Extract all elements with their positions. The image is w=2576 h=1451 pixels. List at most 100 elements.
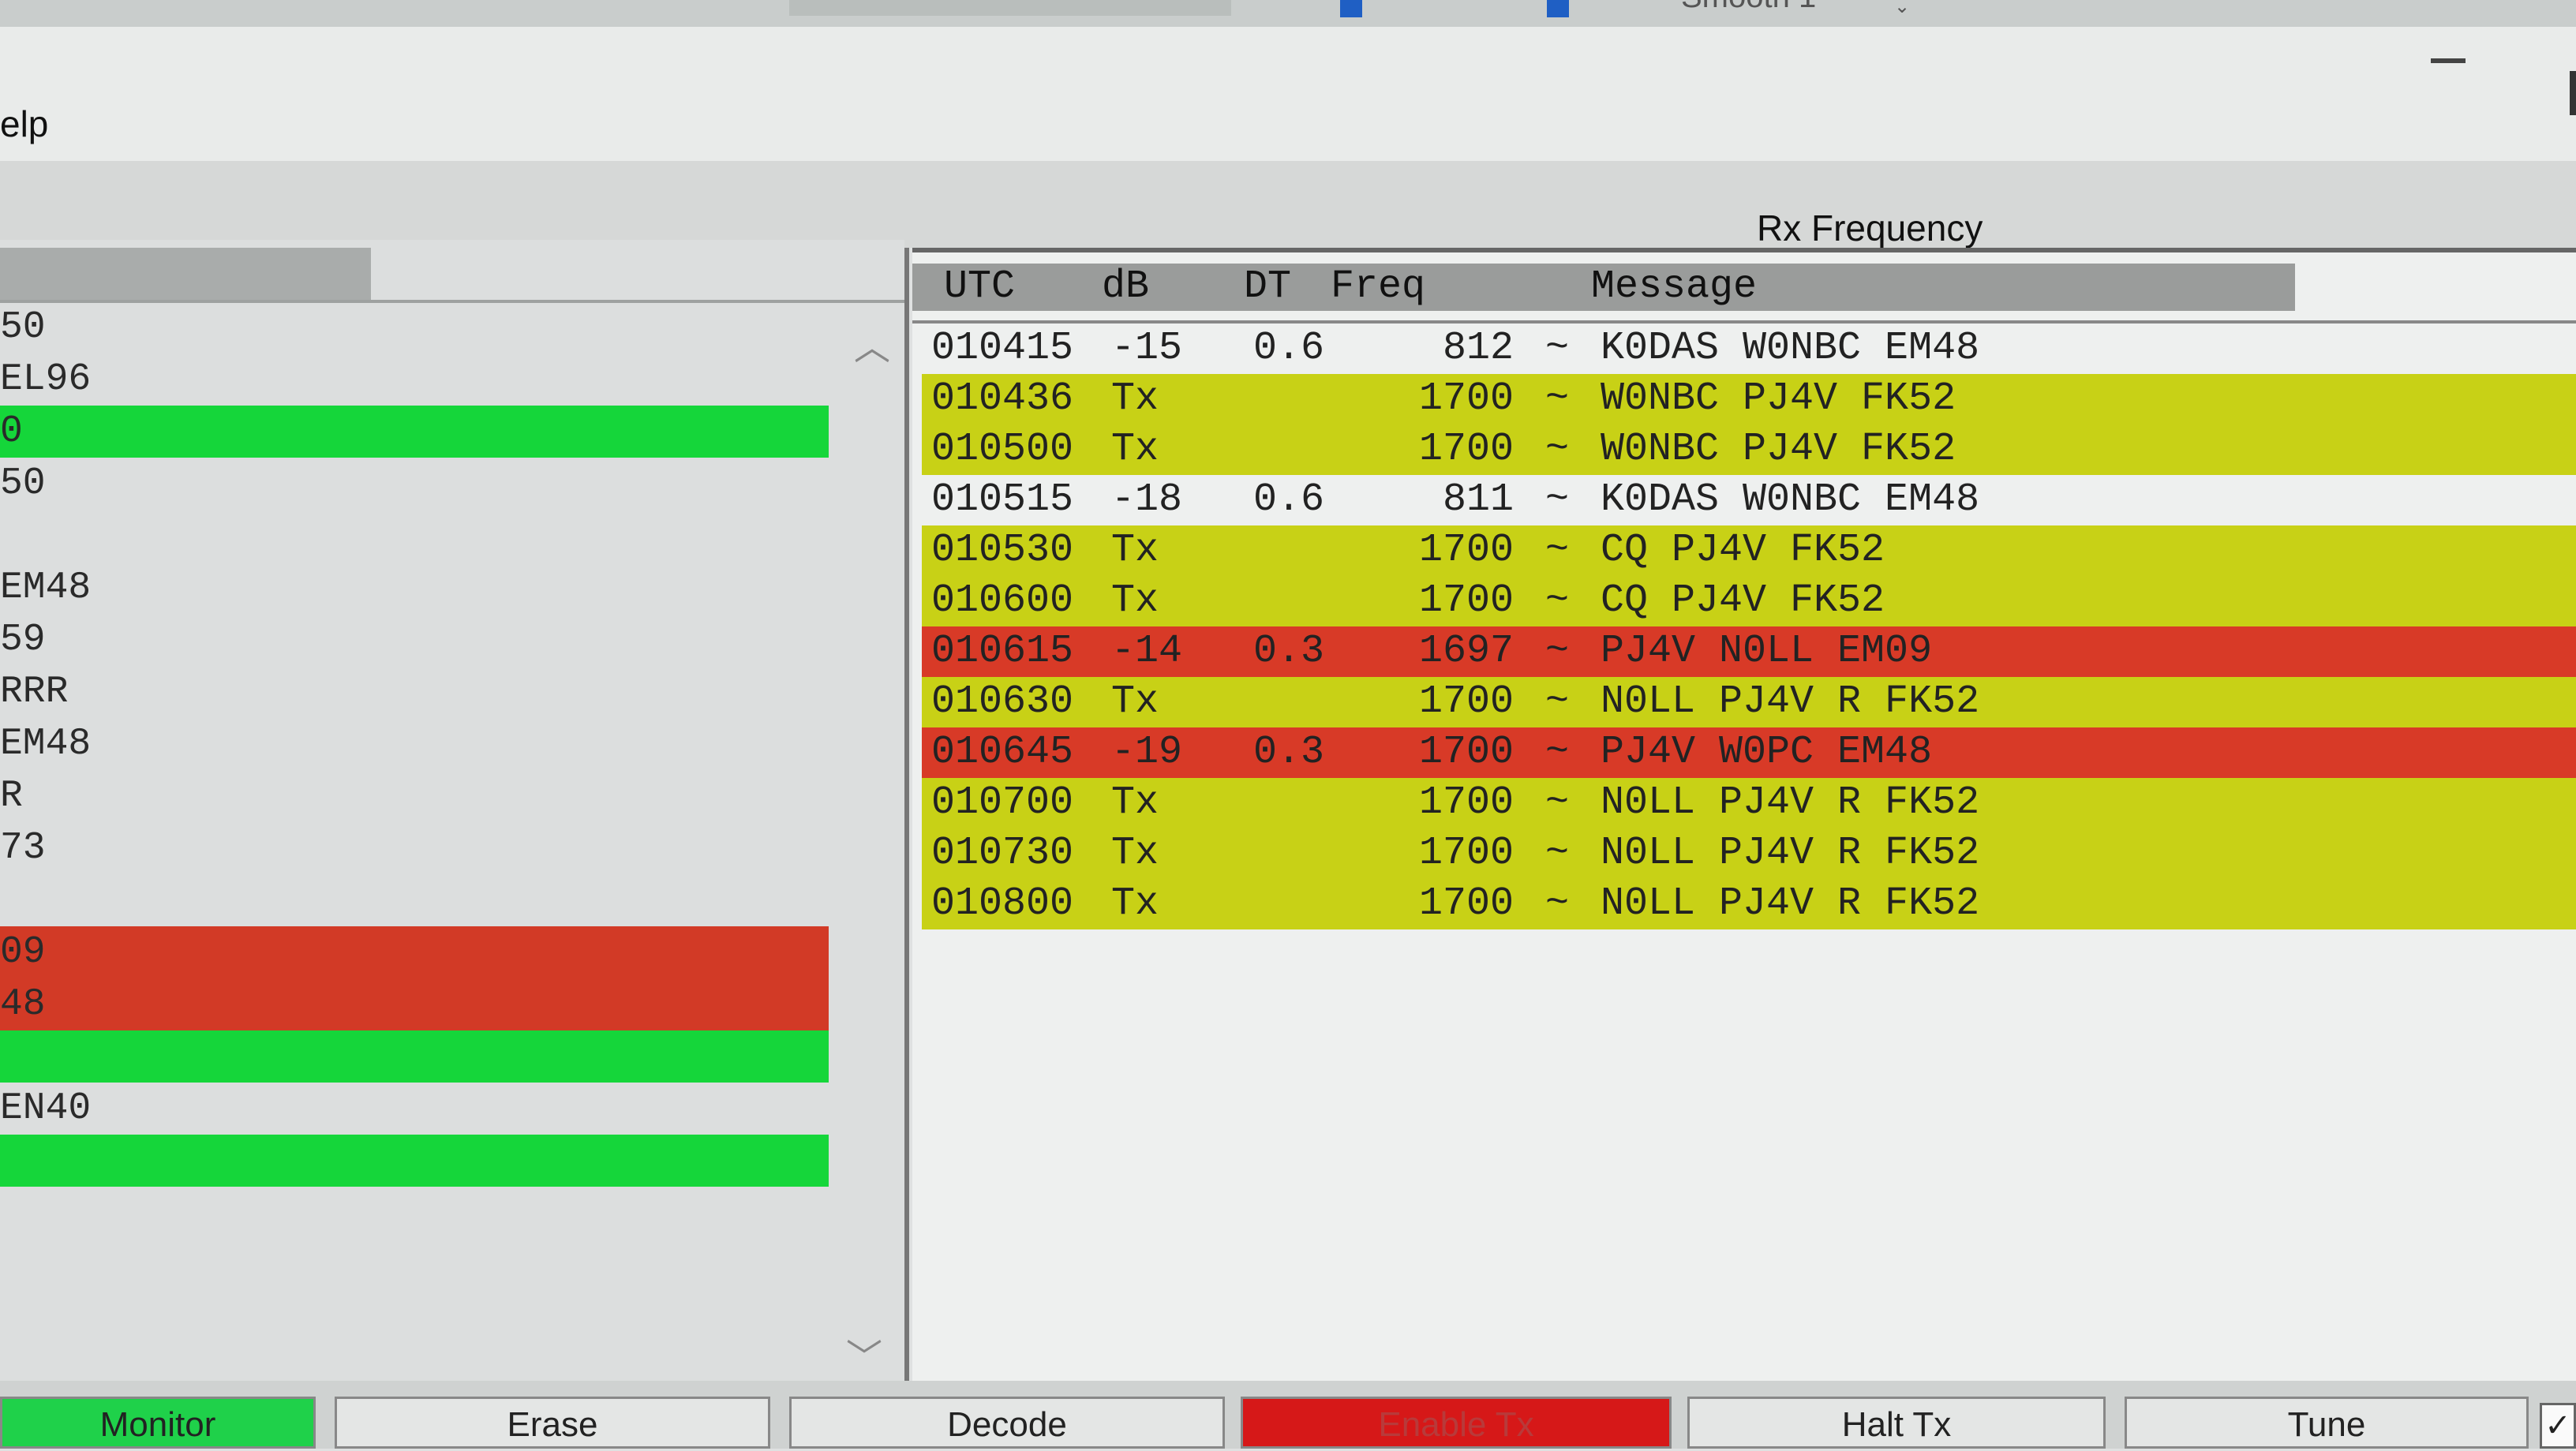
rx-cell-message: K0DAS W0NBC EM48 — [1601, 477, 1980, 522]
rx-cell-tilde: ~ — [1545, 326, 1570, 371]
enable-tx-button[interactable]: Enable Tx — [1241, 1397, 1672, 1449]
band-activity-row[interactable]: 48 — [0, 978, 829, 1030]
band-activity-row[interactable]: EL96 — [0, 353, 829, 406]
rx-cell-db: Tx — [1111, 528, 1159, 573]
rx-cell-message: CQ PJ4V FK52 — [1601, 578, 1885, 623]
band-activity-row[interactable] — [0, 1135, 829, 1187]
decode-button[interactable]: Decode — [789, 1397, 1225, 1449]
rx-cell-db: Tx — [1111, 679, 1159, 724]
rx-cell-utc: 010730 — [931, 831, 1074, 876]
rx-cell-tilde: ~ — [1545, 679, 1570, 724]
rx-message-row[interactable]: 010700 Tx 1700 ~ N0LL PJ4V R FK52 — [922, 778, 2576, 828]
rx-message-row[interactable]: 010630 Tx 1700 ~ N0LL PJ4V R FK52 — [922, 677, 2576, 727]
rx-cell-message: PJ4V W0PC EM48 — [1601, 730, 1933, 775]
window-edge — [2570, 71, 2576, 115]
rx-message-list[interactable]: 010415 -15 0.6 812 ~ K0DAS W0NBC EM48 010436 Tx… — [922, 323, 2576, 929]
rx-cell-freq: 811 — [1442, 477, 1514, 522]
rx-message-row[interactable]: 010415 -15 0.6 812 ~ K0DAS W0NBC EM48 — [922, 323, 2576, 374]
rx-cell-db: -15 — [1111, 326, 1183, 371]
checkbox[interactable]: ✓ — [2540, 1403, 2576, 1449]
header-freq: Freq — [1331, 264, 1426, 309]
rx-cell-tilde: ~ — [1545, 730, 1570, 775]
band-activity-row[interactable]: RRR — [0, 666, 829, 718]
rx-cell-message: CQ PJ4V FK52 — [1601, 528, 1885, 573]
rx-cell-utc: 010700 — [931, 780, 1074, 825]
band-activity-row[interactable] — [0, 1030, 829, 1083]
button-bar: Monitor Erase Decode Enable Tx Halt Tx T… — [0, 1381, 2576, 1449]
rx-cell-freq: 1700 — [1418, 578, 1514, 623]
smooth-value: 1 — [1799, 0, 1816, 14]
halt-tx-button[interactable]: Halt Tx — [1687, 1397, 2106, 1449]
rx-message-row[interactable]: 010515 -18 0.6 811 ~ K0DAS W0NBC EM48 — [922, 475, 2576, 525]
rx-cell-freq: 1700 — [1418, 730, 1514, 775]
rx-cell-utc: 010436 — [931, 376, 1074, 421]
rx-cell-message: N0LL PJ4V R FK52 — [1601, 831, 1980, 876]
rx-cell-db: Tx — [1111, 376, 1159, 421]
rx-cell-message: K0DAS W0NBC EM48 — [1601, 326, 1980, 371]
rx-cell-message: W0NBC PJ4V FK52 — [1601, 376, 1956, 421]
band-activity-row[interactable]: 50 — [0, 458, 829, 510]
scroll-up-icon[interactable]: ︿ — [854, 319, 890, 371]
rx-cell-utc: 010630 — [931, 679, 1074, 724]
band-activity-row[interactable]: 73 — [0, 822, 829, 874]
rx-cell-db: Tx — [1111, 881, 1159, 926]
band-activity-row[interactable] — [0, 510, 829, 562]
smooth-selector[interactable]: Smooth 1 — [1681, 0, 1816, 15]
band-activity-row[interactable]: EM48 — [0, 718, 829, 770]
slider-marker[interactable] — [1547, 0, 1569, 17]
rx-cell-message: W0NBC PJ4V FK52 — [1601, 427, 1956, 472]
header-dt: DT — [1244, 264, 1292, 309]
rx-cell-freq: 1700 — [1418, 881, 1514, 926]
band-activity-row[interactable]: R — [0, 770, 829, 822]
checkmark-icon: ✓ — [2544, 1408, 2571, 1443]
rx-message-row[interactable]: 010800 Tx 1700 ~ N0LL PJ4V R FK52 — [922, 879, 2576, 929]
rx-cell-message: N0LL PJ4V R FK52 — [1601, 881, 1980, 926]
header-db: dB — [1102, 264, 1150, 309]
rx-message-row[interactable]: 010530 Tx 1700 ~ CQ PJ4V FK52 — [922, 525, 2576, 576]
scroll-down-icon[interactable]: ﹀ — [846, 1329, 882, 1381]
band-activity-row[interactable]: 09 — [0, 926, 829, 978]
rx-cell-tilde: ~ — [1545, 629, 1570, 674]
rx-message-row[interactable]: 010615 -14 0.3 1697 ~ PJ4V N0LL EM09 — [922, 626, 2576, 677]
rx-cell-db: Tx — [1111, 578, 1159, 623]
minimize-icon[interactable] — [2431, 58, 2466, 63]
rx-cell-dt: 0.3 — [1253, 629, 1325, 674]
rx-message-row[interactable]: 010500 Tx 1700 ~ W0NBC PJ4V FK52 — [922, 424, 2576, 475]
rx-cell-message: N0LL PJ4V R FK52 — [1601, 780, 1980, 825]
band-activity-row[interactable]: 50 — [0, 301, 829, 353]
rx-cell-utc: 010615 — [931, 629, 1074, 674]
rx-message-row[interactable]: 010436 Tx 1700 ~ W0NBC PJ4V FK52 — [922, 374, 2576, 424]
monitor-button[interactable]: Monitor — [0, 1397, 316, 1449]
band-activity-row[interactable]: 59 — [0, 614, 829, 666]
menu-help[interactable]: elp — [0, 103, 48, 145]
rx-cell-message: PJ4V N0LL EM09 — [1601, 629, 1933, 674]
rx-cell-tilde: ~ — [1545, 528, 1570, 573]
band-activity-row[interactable]: EM48 — [0, 562, 829, 614]
rx-cell-tilde: ~ — [1545, 831, 1570, 876]
tune-button[interactable]: Tune — [2125, 1397, 2529, 1449]
band-activity-row[interactable]: EN40 — [0, 1083, 829, 1135]
band-activity-row[interactable]: 0 — [0, 406, 829, 458]
slider-marker[interactable] — [1340, 0, 1362, 17]
rx-cell-utc: 010515 — [931, 477, 1074, 522]
band-activity-row[interactable] — [0, 874, 829, 926]
band-activity-list[interactable]: 50 EL96 0 50 EM48 59 RRR EM48 R 73 09 48 EN40 — [0, 301, 829, 1187]
toolbar-segment — [789, 0, 1231, 16]
rx-cell-message: N0LL PJ4V R FK52 — [1601, 679, 1980, 724]
chevron-down-icon[interactable]: ⌄ — [1894, 0, 1910, 18]
rx-message-row[interactable]: 010600 Tx 1700 ~ CQ PJ4V FK52 — [922, 576, 2576, 626]
rx-cell-freq: 1700 — [1418, 679, 1514, 724]
rx-table-header: UTC dB DT Freq Message — [912, 264, 2295, 311]
rx-cell-db: -19 — [1111, 730, 1183, 775]
header-utc: UTC — [944, 264, 1016, 309]
rx-cell-db: Tx — [1111, 831, 1159, 876]
rx-cell-utc: 010645 — [931, 730, 1074, 775]
rx-cell-tilde: ~ — [1545, 780, 1570, 825]
rx-cell-freq: 1700 — [1418, 528, 1514, 573]
erase-button[interactable]: Erase — [335, 1397, 770, 1449]
rx-message-row[interactable]: 010730 Tx 1700 ~ N0LL PJ4V R FK52 — [922, 828, 2576, 879]
rx-cell-utc: 010600 — [931, 578, 1074, 623]
pane-divider[interactable] — [904, 248, 909, 1381]
rx-message-row[interactable]: 010645 -19 0.3 1700 ~ PJ4V W0PC EM48 — [922, 727, 2576, 778]
toolbar-strip: Smooth 1 ⌄ — [0, 0, 2576, 27]
